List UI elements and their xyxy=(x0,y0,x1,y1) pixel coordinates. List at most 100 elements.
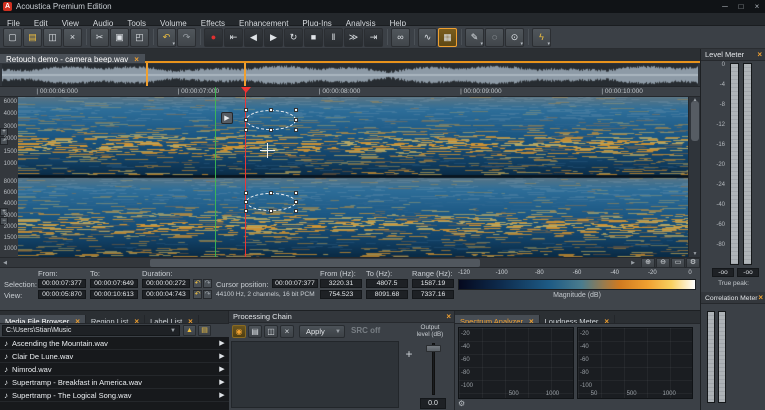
file-row[interactable]: ♪ Ascending the Mountain.wav ▶ xyxy=(0,337,229,350)
waveform-view-button[interactable]: ∿ xyxy=(418,27,437,47)
overview-selection-start-marker[interactable] xyxy=(146,63,148,86)
selection-handle[interactable] xyxy=(294,108,298,112)
go-to-end-button[interactable]: ⇥ xyxy=(364,27,383,47)
spectrogram-canvas[interactable] xyxy=(18,97,688,257)
selection-handle[interactable] xyxy=(244,200,248,204)
zoom-tool-button[interactable]: ⊙ ▾ xyxy=(505,27,524,47)
spectral-selection-ellipse-ch2[interactable] xyxy=(244,191,298,213)
selection-undo-button[interactable]: ↶ xyxy=(193,279,202,288)
undo-button[interactable]: ↶ ▾ xyxy=(157,27,176,47)
hz-from-field-2[interactable]: 754.523 xyxy=(320,290,362,299)
scroll-left-icon[interactable]: ◀ xyxy=(0,258,10,268)
hz-range-field-2[interactable]: 7337.16 xyxy=(412,290,454,299)
horizontal-scrollbar-thumb[interactable] xyxy=(150,259,480,267)
dock-tab-media-file-browser[interactable]: Media File Browser × xyxy=(0,315,86,323)
copy-button[interactable]: ▣ xyxy=(110,27,129,47)
overview-selection-end-marker[interactable] xyxy=(244,63,246,86)
close-tab-icon[interactable]: × xyxy=(188,317,193,323)
view-from-field[interactable]: 00:00:05:870 xyxy=(38,290,86,299)
selection-handle[interactable] xyxy=(244,191,248,195)
hz-range-field[interactable]: 1587.19 xyxy=(412,279,454,288)
cut-button[interactable]: ✂ xyxy=(90,27,109,47)
hz-to-field[interactable]: 4807.5 xyxy=(366,279,408,288)
fast-forward-button[interactable]: ≫ xyxy=(344,27,363,47)
open-file-button[interactable]: ▤ xyxy=(23,27,42,47)
minimize-button[interactable]: ─ xyxy=(717,0,733,13)
go-to-start-button[interactable]: ⇤ xyxy=(224,27,243,47)
dock-tab-loudness-meter[interactable]: Loudness Meter × xyxy=(540,315,616,323)
view-undo-button[interactable]: ↶ xyxy=(193,290,202,299)
maximize-button[interactable]: □ xyxy=(733,0,749,13)
preview-play-button[interactable]: ▶ xyxy=(215,391,229,399)
dock-tab-region-list[interactable]: Region List × xyxy=(86,315,146,323)
selection-from-field[interactable]: 00:00:07:377 xyxy=(38,279,86,288)
selection-handle[interactable] xyxy=(244,108,248,112)
close-panel-icon[interactable]: × xyxy=(757,49,762,61)
add-effect-button[interactable]: + xyxy=(402,348,416,362)
selection-tool-button[interactable]: ✎ ▾ xyxy=(465,27,484,47)
loop-play-button[interactable]: ↻ xyxy=(284,27,303,47)
redo-button[interactable]: ↷ xyxy=(177,27,196,47)
rewind-button[interactable]: ◀ xyxy=(244,27,263,47)
apply-button[interactable]: Apply ▼ xyxy=(299,325,345,338)
close-panel-icon[interactable]: × xyxy=(446,311,451,323)
freehand-select-button[interactable]: ◌ xyxy=(485,27,504,47)
selection-handle[interactable] xyxy=(244,128,248,132)
selection-handle[interactable] xyxy=(244,209,248,213)
effect-chain-button[interactable]: ϟ ▾ xyxy=(532,27,551,47)
close-tab-icon[interactable]: × xyxy=(75,317,80,323)
loop-mode-button[interactable]: ∞ xyxy=(391,27,410,47)
close-tab-icon[interactable]: × xyxy=(134,317,139,323)
selection-handle[interactable] xyxy=(294,191,298,195)
zoom-in-button[interactable]: ⊕ xyxy=(641,258,655,268)
selection-handle[interactable] xyxy=(269,108,273,112)
file-row[interactable]: ♪ Clair De Lune.wav ▶ xyxy=(0,350,229,363)
dock-tab-spectrum-analyzer[interactable]: Spectrum Analyzer × xyxy=(455,315,540,323)
vertical-scrollbar[interactable]: ▲ ▼ xyxy=(688,97,700,257)
spectrum-settings-icon[interactable]: ⚙ xyxy=(458,399,465,408)
selection-to-field[interactable]: 00:00:07:649 xyxy=(90,279,138,288)
selection-redo-button[interactable]: ↷ xyxy=(203,279,212,288)
hz-to-field-2[interactable]: 8091.68 xyxy=(366,290,408,299)
overview-waveform-canvas[interactable] xyxy=(2,64,698,86)
selection-handle[interactable] xyxy=(294,128,298,132)
close-button[interactable]: × xyxy=(749,0,765,13)
file-row[interactable]: ♪ Nimrod.wav ▶ xyxy=(0,363,229,376)
selection-handle[interactable] xyxy=(294,118,298,122)
selection-handle[interactable] xyxy=(294,209,298,213)
preview-play-button[interactable]: ▶ xyxy=(215,365,229,373)
preview-play-button[interactable]: ▶ xyxy=(215,352,229,360)
file-row[interactable]: ♪ Supertramp - Breakfast in America.wav ▶ xyxy=(0,376,229,389)
scroll-right-icon[interactable]: ▶ xyxy=(628,258,638,268)
view-redo-button[interactable]: ↷ xyxy=(203,290,212,299)
cursor-position-field[interactable]: 00:00:07:377 xyxy=(272,279,318,288)
zoom-out-button[interactable]: ⊖ xyxy=(656,258,670,268)
time-ruler[interactable]: | 00:00:06:000 | 00:00:07:000 | 00:00:08:0… xyxy=(0,87,700,97)
spectral-view-button[interactable]: ▦ xyxy=(438,27,457,47)
browse-folder-button[interactable]: ▤ xyxy=(198,325,211,336)
close-tab-icon[interactable]: × xyxy=(604,317,609,323)
chain-power-button[interactable]: ◉ xyxy=(232,325,246,338)
zoom-selection-button[interactable]: ▭ xyxy=(671,258,685,268)
close-file-button[interactable]: × xyxy=(63,27,82,47)
output-level-slider-thumb[interactable] xyxy=(426,345,441,352)
selection-handle[interactable] xyxy=(294,200,298,204)
close-tab-icon[interactable]: × xyxy=(529,317,534,323)
dock-tab-label-list[interactable]: Label List × xyxy=(145,315,199,323)
chain-clear-button[interactable]: × xyxy=(280,325,294,338)
selection-handle[interactable] xyxy=(244,118,248,122)
play-button[interactable]: ▶ xyxy=(264,27,283,47)
chain-open-button[interactable]: ▤ xyxy=(248,325,262,338)
selection-handle[interactable] xyxy=(269,209,273,213)
spectral-selection-ellipse-ch1[interactable] xyxy=(244,108,298,132)
output-level-value[interactable]: 0.0 xyxy=(420,398,446,409)
folder-path-select[interactable]: C:\Users\Stian\Music ▼ xyxy=(2,325,180,336)
folder-up-button[interactable]: ▲ xyxy=(183,325,196,336)
edit-cursor-marker[interactable] xyxy=(241,87,251,93)
view-duration-field[interactable]: 00:00:04:743 xyxy=(142,290,190,299)
waveform-overview[interactable] xyxy=(0,63,700,87)
selection-handle[interactable] xyxy=(269,128,273,132)
play-selection-button[interactable]: ▶ xyxy=(221,112,233,124)
stop-button[interactable]: ■ xyxy=(304,27,323,47)
preview-play-button[interactable]: ▶ xyxy=(215,378,229,386)
